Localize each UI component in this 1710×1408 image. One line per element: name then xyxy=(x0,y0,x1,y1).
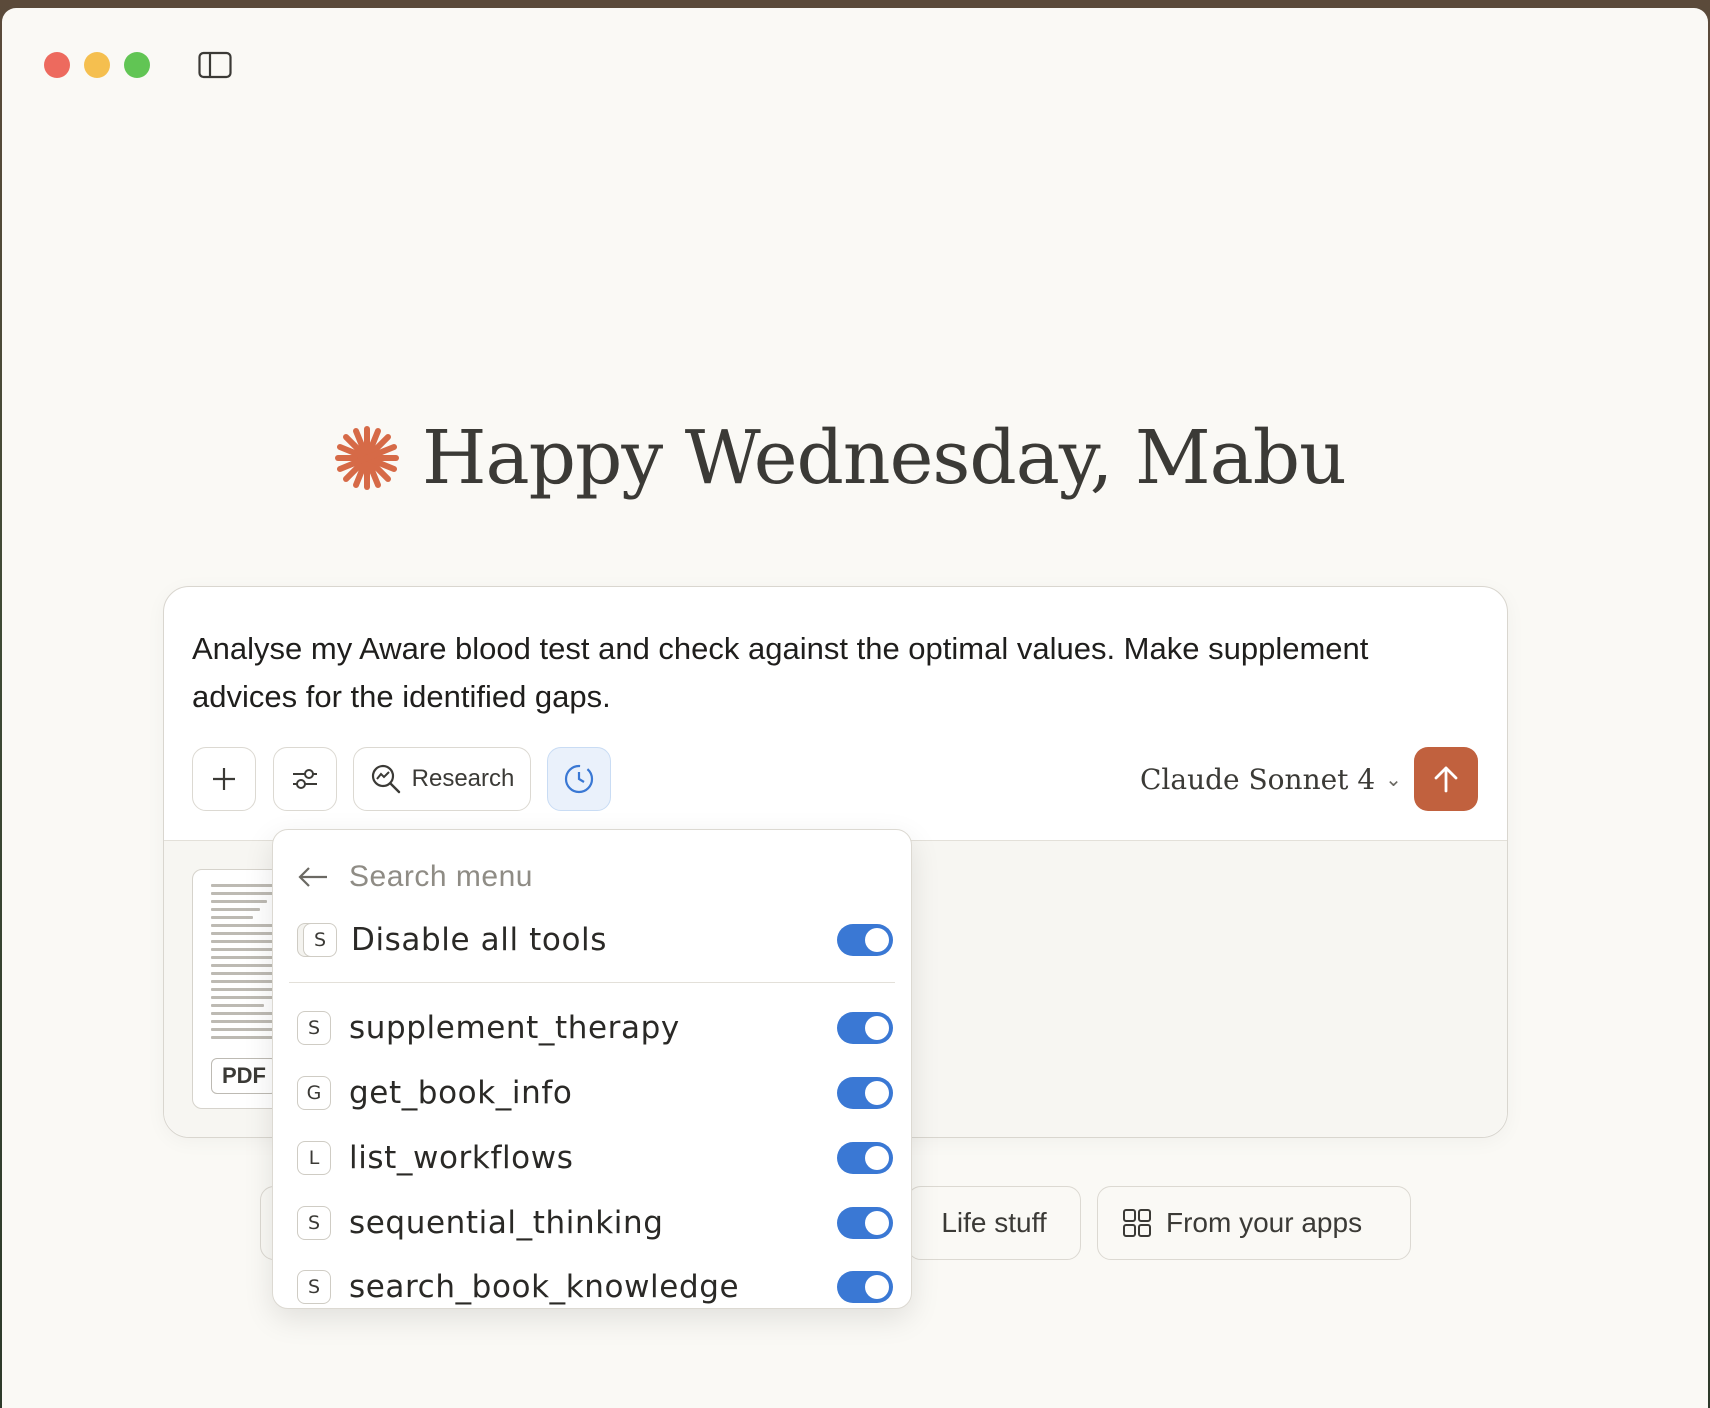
tool-toggle[interactable] xyxy=(837,1271,893,1303)
chip-from-your-apps[interactable]: From your apps xyxy=(1097,1186,1411,1260)
tool-badge: S xyxy=(297,1206,331,1240)
tool-row[interactable]: L list_workflows xyxy=(297,1128,893,1188)
tools-settings-button[interactable] xyxy=(273,747,337,811)
disable-all-toggle[interactable] xyxy=(837,924,893,956)
server-badge-stack: S xyxy=(297,923,337,957)
tool-badge: S xyxy=(297,1270,331,1304)
research-magnifier-icon xyxy=(371,764,400,794)
tool-label: list_workflows xyxy=(349,1140,574,1176)
tool-toggle[interactable] xyxy=(837,1077,893,1109)
tool-label: sequential_thinking xyxy=(349,1205,664,1241)
search-menu-input[interactable]: Search menu xyxy=(349,860,533,894)
send-button[interactable] xyxy=(1414,747,1478,811)
greeting-title: Happy Wednesday, Mabu xyxy=(422,415,1347,501)
tool-badge: G xyxy=(297,1076,331,1110)
sliders-icon xyxy=(293,769,317,789)
app-window: Happy Wednesday, Mabu Analyse my Aware b… xyxy=(2,8,1708,1408)
minimize-window-button[interactable] xyxy=(84,52,110,78)
prompt-input[interactable]: Analyse my Aware blood test and check ag… xyxy=(192,625,1482,721)
disable-all-tools-row[interactable]: S Disable all tools xyxy=(297,910,893,970)
tool-toggle[interactable] xyxy=(837,1207,893,1239)
tool-row[interactable]: G get_book_info xyxy=(297,1063,893,1123)
chip-apps-label: From your apps xyxy=(1166,1207,1363,1238)
tool-label: supplement_therapy xyxy=(349,1010,680,1046)
clock-icon xyxy=(564,764,594,794)
tool-row[interactable]: S sequential_thinking xyxy=(297,1193,893,1253)
tool-label: search_book_knowledge xyxy=(349,1269,740,1305)
plus-icon xyxy=(213,768,235,790)
model-selector[interactable]: Claude Sonnet 4 ⌄ xyxy=(1140,747,1402,811)
add-content-button[interactable] xyxy=(192,747,256,811)
close-window-button[interactable] xyxy=(44,52,70,78)
tool-badge: S xyxy=(297,1011,331,1045)
pdf-label: PDF xyxy=(211,1058,277,1094)
history-button[interactable] xyxy=(547,747,611,811)
tool-toggle[interactable] xyxy=(837,1142,893,1174)
greeting: Happy Wednesday, Mabu xyxy=(332,408,1347,508)
zoom-window-button[interactable] xyxy=(124,52,150,78)
tool-badge: L xyxy=(297,1141,331,1175)
tool-label: get_book_info xyxy=(349,1075,573,1111)
back-arrow-icon[interactable] xyxy=(297,865,329,889)
research-button[interactable]: Research xyxy=(353,747,531,811)
chip-life-stuff[interactable]: Life stuff xyxy=(907,1186,1081,1260)
menu-search[interactable]: Search menu xyxy=(297,852,533,902)
tools-menu: Search menu S Disable all tools S supple… xyxy=(272,829,912,1309)
chip-life-label: Life stuff xyxy=(941,1207,1047,1238)
disable-all-label: Disable all tools xyxy=(351,922,607,958)
tool-row[interactable]: S supplement_therapy xyxy=(297,998,893,1058)
tool-toggle[interactable] xyxy=(837,1012,893,1044)
sidebar-toggle-icon[interactable] xyxy=(198,51,232,79)
grid-icon xyxy=(1123,1209,1151,1237)
menu-divider xyxy=(289,982,895,983)
arrow-up-icon xyxy=(1434,766,1458,793)
claude-spark-icon xyxy=(335,426,399,490)
tool-row[interactable]: S search_book_knowledge xyxy=(297,1257,893,1308)
chevron-down-icon: ⌄ xyxy=(1385,767,1402,791)
model-label: Claude Sonnet 4 xyxy=(1140,762,1376,796)
research-label: Research xyxy=(411,765,515,792)
